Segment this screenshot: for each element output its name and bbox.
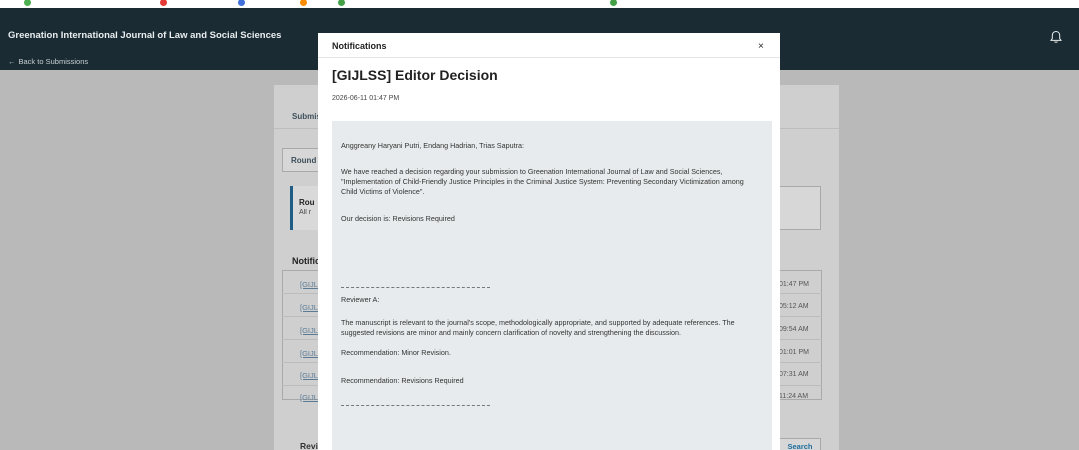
message-body: Anggreany Haryani Putri, Endang Hadrian,… bbox=[332, 121, 772, 450]
final-recommendation: Recommendation: Revisions Required bbox=[341, 376, 464, 385]
bookmark-item[interactable] bbox=[610, 0, 617, 8]
message-decision: Our decision is: Revisions Required bbox=[341, 214, 455, 223]
bookmark-item[interactable] bbox=[300, 0, 307, 8]
bell-icon[interactable] bbox=[1049, 30, 1063, 44]
close-button[interactable]: × bbox=[758, 41, 764, 52]
message-date: 2026-06-11 01:47 PM bbox=[332, 95, 400, 102]
separator-line bbox=[341, 287, 490, 288]
modal-title: Notifications bbox=[332, 41, 387, 51]
bookmark-item[interactable] bbox=[338, 0, 345, 8]
journal-title[interactable]: Greenation International Journal of Law … bbox=[8, 30, 281, 41]
back-to-submissions-link[interactable]: ← Back to Submissions bbox=[8, 57, 88, 66]
bookmark-icon bbox=[300, 0, 307, 6]
notice-box-edge bbox=[779, 186, 821, 230]
modal-divider bbox=[318, 57, 780, 58]
bookmark-icon bbox=[160, 0, 167, 6]
tab-round-label: Round bbox=[291, 156, 317, 165]
message-intro: We have reached a decision regarding you… bbox=[341, 167, 744, 196]
bookmark-icon bbox=[24, 0, 31, 6]
search-button[interactable]: Search bbox=[779, 438, 821, 450]
notification-modal: Notifications × [GIJLSS] Editor Decision… bbox=[318, 33, 780, 450]
back-label: Back to Submissions bbox=[18, 57, 89, 66]
bookmark-item[interactable] bbox=[24, 0, 31, 8]
bookmarks-bar bbox=[0, 0, 1079, 8]
reviewers-heading: Revi bbox=[300, 441, 318, 450]
notification-time: 07:31 AM bbox=[779, 371, 809, 378]
reviewer-recommendation: Recommendation: Minor Revision. bbox=[341, 348, 451, 357]
reviewer-label: Reviewer A: bbox=[341, 295, 380, 304]
notice-text: All r bbox=[299, 209, 312, 216]
separator-line bbox=[341, 405, 490, 406]
bookmark-icon bbox=[338, 0, 345, 6]
bookmark-icon bbox=[610, 0, 617, 6]
notification-time: 09:54 AM bbox=[779, 326, 809, 333]
message-subject: [GIJLSS] Editor Decision bbox=[332, 67, 498, 83]
notifications-heading: Notific bbox=[292, 256, 320, 266]
arrow-left-icon: ← bbox=[8, 57, 16, 66]
bookmark-icon bbox=[238, 0, 245, 6]
message-recipients: Anggreany Haryani Putri, Endang Hadrian,… bbox=[341, 141, 524, 150]
review-text: The manuscript is relevant to the journa… bbox=[341, 318, 735, 337]
bookmark-item[interactable] bbox=[238, 0, 245, 8]
bookmark-item[interactable] bbox=[160, 0, 167, 8]
notification-time: 11:24 AM bbox=[779, 393, 809, 400]
notification-time: 05:12 AM bbox=[779, 303, 809, 310]
notification-time: 01:47 PM bbox=[779, 281, 809, 288]
tab-submission[interactable]: Submis bbox=[292, 112, 321, 121]
notice-title: Rou bbox=[299, 198, 315, 207]
notification-time: 01:01 PM bbox=[779, 349, 809, 356]
